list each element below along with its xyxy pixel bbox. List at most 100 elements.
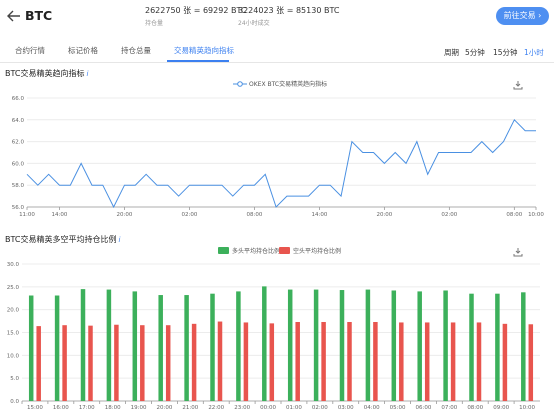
short-bar xyxy=(165,325,171,401)
x-tick-label: 23:00 xyxy=(234,405,250,411)
short-bar xyxy=(191,323,197,401)
x-tick-label: 11:00 xyxy=(19,212,35,218)
x-tick-label: 17:00 xyxy=(79,405,95,411)
x-tick-label: 14:00 xyxy=(311,212,327,218)
short-bar xyxy=(476,322,482,401)
x-tick-label: 09:00 xyxy=(493,405,509,411)
y-tick-label: 66.0 xyxy=(12,96,25,102)
short-bar xyxy=(114,324,119,401)
legend-short-swatch xyxy=(279,247,290,254)
info-icon[interactable]: i xyxy=(119,236,121,244)
long-bar xyxy=(132,291,138,401)
long-bar xyxy=(106,289,112,401)
x-tick-label: 20:00 xyxy=(157,405,173,411)
legend-line-marker-icon xyxy=(233,81,247,87)
x-tick-label: 14:00 xyxy=(52,212,68,218)
x-tick-label: 15:00 xyxy=(27,405,43,411)
page-header: BTC 2622750 张 = 69292 BTC 持仓量 3224023 张 … xyxy=(0,0,554,34)
y-tick-label: 20.0 xyxy=(7,308,20,314)
x-tick-label: 02:00 xyxy=(182,212,198,218)
x-tick-label: 08:00 xyxy=(506,212,522,218)
x-tick-label: 21:00 xyxy=(182,405,198,411)
chart2-title-text: BTC交易精英多空平均持仓比例 xyxy=(5,235,117,244)
long-bar xyxy=(443,290,448,401)
y-tick-label: 62.0 xyxy=(12,140,25,146)
period-5min[interactable]: 5分钟 xyxy=(465,47,485,58)
x-tick-label: 18:00 xyxy=(105,405,121,411)
y-tick-label: 10.0 xyxy=(7,353,20,359)
short-bar xyxy=(36,326,41,401)
long-bar xyxy=(54,295,60,401)
x-tick-label: 20:00 xyxy=(376,212,392,218)
info-icon[interactable]: i xyxy=(87,70,89,78)
x-tick-label: 04:00 xyxy=(364,405,380,411)
download-icon[interactable] xyxy=(513,80,523,90)
download-icon[interactable] xyxy=(513,247,523,257)
y-tick-label: 60.0 xyxy=(12,161,25,167)
long-bar xyxy=(287,289,293,401)
x-tick-label: 10:00 xyxy=(519,405,535,411)
x-tick-label: 02:00 xyxy=(441,212,457,218)
long-bar xyxy=(339,290,345,401)
long-bar xyxy=(365,289,371,401)
x-tick-label: 22:00 xyxy=(208,405,224,411)
go-trade-button[interactable]: 前往交易 › xyxy=(496,7,549,25)
tab-contract-market[interactable]: 合约行情 xyxy=(15,45,45,56)
elite-trend-line-chart: 56.0 58.0 60.0 62.0 64.0 66.0 11:00 14:00 20:00 0… xyxy=(12,96,545,218)
y-tick-label: 5.0 xyxy=(10,376,19,382)
legend-long-swatch xyxy=(218,247,229,254)
y-tick-label: 30.0 xyxy=(7,262,20,268)
short-bar xyxy=(295,321,300,401)
long-bar xyxy=(210,293,215,401)
long-bar xyxy=(391,290,397,401)
x-tick-label: 05:00 xyxy=(390,405,406,411)
short-bar xyxy=(450,322,456,401)
short-bar xyxy=(269,323,275,401)
long-bar xyxy=(80,289,86,401)
short-bar xyxy=(321,321,326,401)
back-arrow-icon[interactable] xyxy=(6,8,22,24)
long-bar xyxy=(469,293,474,401)
volume-value: 3224023 张 = 85130 BTC xyxy=(238,6,340,15)
x-tick-label: 10:00 xyxy=(528,212,544,218)
legend-short-label: 空头平均持仓比例 xyxy=(293,248,342,255)
y-tick-label: 15.0 xyxy=(7,331,20,337)
long-bar xyxy=(495,293,500,401)
tab-open-interest[interactable]: 持仓总量 xyxy=(121,45,151,56)
long-bar xyxy=(417,291,422,401)
y-tick-label: 64.0 xyxy=(12,118,25,124)
long-bar xyxy=(28,295,34,401)
chevron-right-icon: › xyxy=(535,11,542,20)
chart1-title-text: BTC交易精英趋向指标 xyxy=(5,69,85,78)
x-tick-label: 00:00 xyxy=(260,405,276,411)
x-tick-label: 20:00 xyxy=(117,212,133,218)
x-tick-label: 19:00 xyxy=(131,405,147,411)
y-tick-label: 58.0 xyxy=(12,183,25,189)
volume-stat: 3224023 张 = 85130 BTC 24小时成交 xyxy=(238,5,339,27)
y-tick-label: 0.0 xyxy=(10,399,19,405)
short-bar xyxy=(243,322,249,401)
x-tick-label: 16:00 xyxy=(53,405,69,411)
period-1hour[interactable]: 1小时 xyxy=(524,47,544,58)
long-bar xyxy=(158,295,163,401)
short-bar xyxy=(399,322,404,401)
open-interest-label: 持仓量 xyxy=(145,20,164,27)
x-tick-label: 08:00 xyxy=(467,405,483,411)
x-tick-label: 03:00 xyxy=(338,405,354,411)
tab-mark-price[interactable]: 标记价格 xyxy=(68,45,98,56)
period-label: 周期 xyxy=(444,48,459,57)
volume-label: 24小时成交 xyxy=(238,20,270,27)
open-interest-value: 2622750 张 = 69292 BTC xyxy=(145,6,247,15)
page-title: BTC xyxy=(25,8,53,23)
long-bar xyxy=(262,286,267,401)
long-bar xyxy=(521,292,526,401)
chart1-title: BTC交易精英趋向指标 i xyxy=(5,68,88,79)
tab-elite-trend[interactable]: 交易精英趋向指标 xyxy=(174,45,234,56)
short-bar xyxy=(217,321,223,401)
chart1-legend-label: OKEX BTC交易精英趋向指标 xyxy=(249,81,328,88)
x-tick-label: 06:00 xyxy=(416,405,432,411)
short-bar xyxy=(528,324,534,401)
period-15min[interactable]: 15分钟 xyxy=(493,47,518,58)
x-tick-label: 01:00 xyxy=(286,405,302,411)
x-tick-label: 07:00 xyxy=(441,405,457,411)
